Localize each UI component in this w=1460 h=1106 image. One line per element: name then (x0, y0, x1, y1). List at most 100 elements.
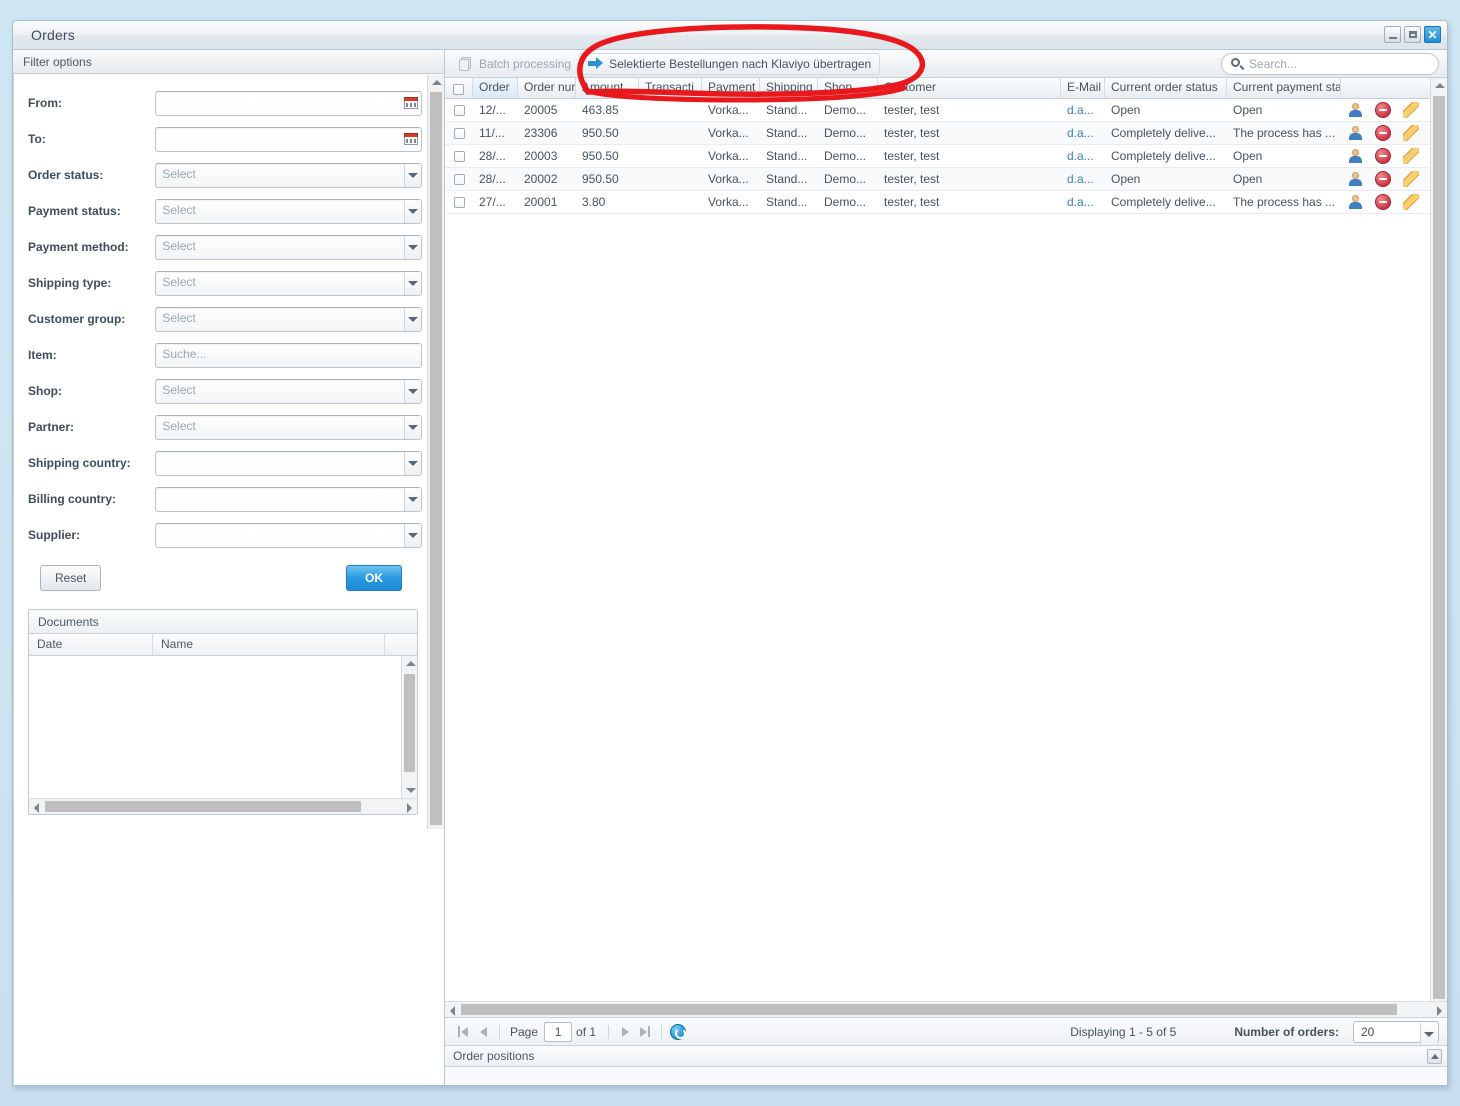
chevron-down-icon[interactable] (404, 235, 421, 259)
column-payment[interactable]: Payment (702, 78, 760, 98)
calendar-icon[interactable] (403, 94, 419, 110)
customer-icon[interactable] (1347, 102, 1363, 118)
chevron-down-icon[interactable] (404, 451, 421, 475)
email-link[interactable]: d.a... (1067, 149, 1094, 163)
next-page-button[interactable] (615, 1022, 635, 1042)
grid-vscrollbar[interactable] (1430, 78, 1447, 1001)
shipping-country-select[interactable] (155, 450, 422, 476)
scroll-right-icon[interactable] (1437, 1006, 1442, 1016)
chevron-down-icon[interactable] (404, 379, 421, 403)
page-number-input[interactable]: 1 (544, 1021, 573, 1042)
scroll-thumb[interactable] (404, 674, 415, 772)
edit-icon[interactable] (1403, 102, 1419, 118)
documents-col-blank[interactable] (385, 634, 417, 655)
row-checkbox[interactable] (445, 196, 473, 208)
chevron-down-icon[interactable] (404, 487, 421, 511)
batch-processing-button[interactable]: Batch processing (451, 54, 579, 74)
scroll-left-icon[interactable] (450, 1006, 455, 1016)
scroll-left-icon[interactable] (34, 803, 39, 813)
close-button[interactable]: ✕ (1424, 26, 1441, 43)
edit-icon[interactable] (1403, 171, 1419, 187)
delete-icon[interactable] (1375, 125, 1391, 141)
edit-icon[interactable] (1403, 194, 1419, 210)
maximize-button[interactable] (1404, 26, 1421, 43)
column-email[interactable]: E-Mail (1061, 78, 1105, 98)
chevron-down-icon[interactable] (404, 199, 421, 223)
edit-icon[interactable] (1403, 148, 1419, 164)
customer-icon[interactable] (1347, 148, 1363, 164)
chevron-down-icon[interactable] (404, 163, 421, 187)
number-of-orders-select[interactable]: 20 (1353, 1020, 1439, 1046)
delete-icon[interactable] (1375, 148, 1391, 164)
column-customer[interactable]: Customer (878, 78, 1061, 98)
scroll-thumb[interactable] (461, 1004, 1397, 1015)
reset-button[interactable]: Reset (40, 565, 102, 591)
order-positions-header[interactable]: Order positions (445, 1045, 1447, 1067)
column-transaction[interactable]: Transacti (639, 78, 702, 98)
checkbox-icon[interactable] (453, 150, 465, 162)
table-row[interactable]: 28/... 20003 950.50 Vorka... Stand... Demo...… (445, 145, 1447, 168)
from-date-input[interactable] (155, 90, 422, 116)
documents-col-date[interactable]: Date (29, 634, 153, 655)
column-order-date[interactable]: Order (473, 78, 518, 98)
minimize-button[interactable] (1384, 26, 1401, 43)
chevron-down-icon[interactable] (404, 523, 421, 547)
filter-panel-scrollbar[interactable] (427, 75, 444, 829)
select-all-header[interactable] (445, 78, 473, 98)
chevron-down-icon[interactable] (404, 271, 421, 295)
prev-page-button[interactable] (473, 1022, 493, 1042)
edit-icon[interactable] (1403, 125, 1419, 141)
email-link[interactable]: d.a... (1067, 195, 1094, 209)
row-checkbox[interactable] (445, 127, 473, 139)
scroll-up-icon[interactable] (1435, 83, 1445, 88)
column-order-number[interactable]: Order nur (518, 78, 576, 98)
email-link[interactable]: d.a... (1067, 172, 1094, 186)
scroll-up-icon[interactable] (432, 80, 442, 85)
billing-country-select[interactable] (155, 486, 422, 512)
delete-icon[interactable] (1375, 171, 1391, 187)
email-link[interactable]: d.a... (1067, 103, 1094, 117)
delete-icon[interactable] (1375, 194, 1391, 210)
customer-icon[interactable] (1347, 194, 1363, 210)
search-input[interactable]: Search... (1221, 53, 1439, 75)
customer-icon[interactable] (1347, 125, 1363, 141)
row-checkbox[interactable] (445, 173, 473, 185)
column-amount[interactable]: Amount (576, 78, 639, 98)
documents-col-name[interactable]: Name (153, 634, 385, 655)
grid-hscrollbar[interactable] (445, 1001, 1447, 1017)
supplier-select[interactable] (155, 522, 422, 548)
column-shipping[interactable]: Shipping (760, 78, 818, 98)
chevron-down-icon[interactable] (1420, 1022, 1437, 1046)
chevron-down-icon[interactable] (404, 415, 421, 439)
to-date-input[interactable] (155, 126, 422, 152)
column-shop[interactable]: Shop (818, 78, 878, 98)
scroll-thumb[interactable] (430, 92, 442, 825)
klaviyo-transfer-button[interactable]: Selektierte Bestellungen nach Klaviyo üb… (579, 52, 881, 75)
checkbox-icon[interactable] (453, 173, 465, 185)
customer-icon[interactable] (1347, 171, 1363, 187)
scroll-up-icon[interactable] (406, 661, 416, 666)
table-row[interactable]: 11/... 23306 950.50 Vorka... Stand... Demo...… (445, 122, 1447, 145)
table-row[interactable]: 28/... 20002 950.50 Vorka... Stand... Demo...… (445, 168, 1447, 191)
ok-button[interactable]: OK (346, 565, 402, 591)
column-order-status[interactable]: Current order status (1105, 78, 1227, 98)
scroll-thumb[interactable] (1433, 96, 1445, 999)
expand-button[interactable] (1427, 1049, 1442, 1064)
chevron-down-icon[interactable] (404, 307, 421, 331)
checkbox-icon[interactable] (453, 104, 465, 116)
scroll-right-icon[interactable] (407, 803, 412, 813)
scroll-thumb[interactable] (45, 801, 361, 812)
scroll-down-icon[interactable] (406, 788, 416, 793)
calendar-icon[interactable] (403, 130, 419, 146)
refresh-button[interactable] (668, 1022, 688, 1042)
delete-icon[interactable] (1375, 102, 1391, 118)
checkbox-icon[interactable] (453, 83, 464, 95)
row-checkbox[interactable] (445, 150, 473, 162)
table-row[interactable]: 12/... 20005 463.85 Vorka... Stand... Demo...… (445, 99, 1447, 122)
last-page-button[interactable] (635, 1022, 655, 1042)
documents-hscrollbar[interactable] (29, 798, 417, 814)
checkbox-icon[interactable] (453, 196, 465, 208)
column-payment-status[interactable]: Current payment stat (1227, 78, 1341, 98)
email-link[interactable]: d.a... (1067, 126, 1094, 140)
first-page-button[interactable] (453, 1022, 473, 1042)
